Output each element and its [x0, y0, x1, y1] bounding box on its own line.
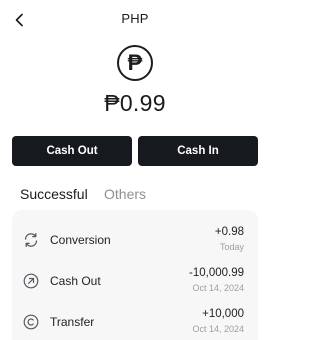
balance-amount: ₱0.99 — [104, 90, 166, 116]
transaction-name: Transfer — [50, 315, 95, 329]
tab-successful[interactable]: Successful — [20, 186, 88, 202]
transaction-date: Oct 14, 2024 — [192, 283, 244, 293]
transaction-row-cash-out[interactable]: Cash Out -10,000.99 Oct 14, 2024 — [12, 261, 258, 301]
arrow-up-right-circle-icon — [22, 272, 40, 290]
currency-symbol: ₱ — [127, 50, 143, 75]
convert-icon — [22, 231, 40, 249]
transaction-amount: +10,000 — [202, 308, 244, 320]
cash-out-button[interactable]: Cash Out — [12, 136, 132, 166]
transaction-amount: +0.98 — [214, 226, 244, 238]
transaction-name: Cash Out — [50, 274, 101, 288]
transaction-date: Today — [219, 242, 244, 252]
transaction-date: Oct 14, 2024 — [192, 324, 244, 334]
cash-in-button[interactable]: Cash In — [138, 136, 258, 166]
tab-others[interactable]: Others — [104, 186, 146, 202]
page-title: PHP — [121, 11, 149, 26]
transaction-name: Conversion — [50, 233, 111, 247]
copyright-circle-icon — [22, 313, 40, 331]
transaction-amount: -10,000.99 — [189, 267, 244, 279]
transaction-row-conversion[interactable]: Conversion +0.98 Today — [12, 220, 258, 260]
peso-icon: ₱ — [117, 45, 153, 81]
top-bar: PHP — [0, 0, 270, 40]
transaction-list: Conversion +0.98 Today Cash Out -10,000.… — [12, 210, 258, 340]
transaction-row-transfer[interactable]: Transfer +10,000 Oct 14, 2024 — [12, 302, 258, 340]
